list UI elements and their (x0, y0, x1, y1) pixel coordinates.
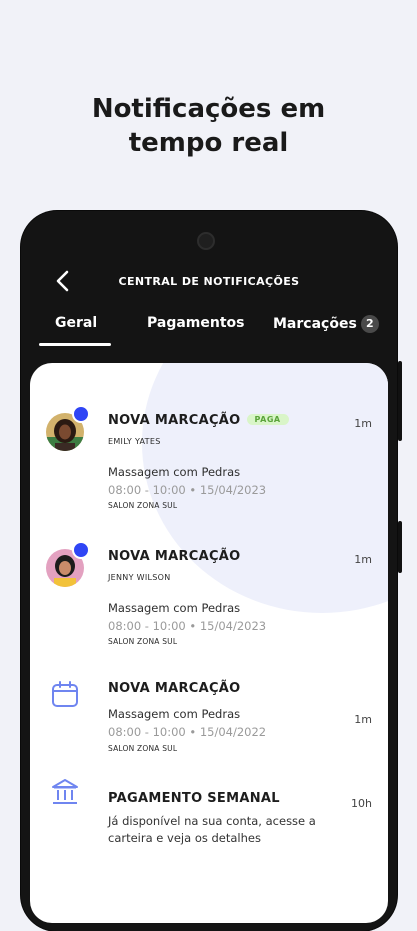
client-name: JENNY WILSON (108, 573, 171, 582)
service-name: Massagem com Pedras (108, 465, 241, 479)
unread-indicator (72, 541, 90, 559)
schedule-text: 08:00 - 10:00 • 15/04/2022 (108, 725, 267, 739)
notification-title: NOVA MARCAÇÃO (108, 681, 241, 696)
paid-status-badge: PAGA (246, 414, 289, 425)
salon-name: SALON ZONA SUL (108, 744, 178, 753)
calendar-icon (52, 681, 78, 707)
notification-time: 1m (354, 713, 372, 726)
tab-geral-label: Geral (55, 315, 98, 331)
active-tab-indicator (39, 343, 111, 346)
tab-pagamentos-label: Pagamentos (147, 315, 245, 331)
notification-title: PAGAMENTO SEMANAL (108, 791, 280, 806)
salon-name: SALON ZONA SUL (108, 637, 178, 646)
promo-headline: Notificações em tempo real (0, 92, 417, 160)
schedule-text: 08:00 - 10:00 • 15/04/2023 (108, 483, 267, 497)
service-name: Massagem com Pedras (108, 601, 241, 615)
notification-title: NOVA MARCAÇÃO (108, 549, 241, 564)
phone-side-button (398, 361, 402, 441)
bank-icon (52, 779, 78, 804)
notification-title-text: NOVA MARCAÇÃO (108, 549, 241, 564)
notification-time: 1m (354, 553, 372, 566)
phone-frame: CENTRAL DE NOTIFICAÇÕES Geral Pagamentos… (21, 211, 402, 931)
notification-title-text: NOVA MARCAÇÃO (108, 681, 241, 696)
promo-headline-line2: tempo real (128, 128, 289, 158)
notification-time: 10h (351, 797, 372, 810)
tab-marcacoes-label: Marcações (273, 316, 357, 332)
promo-headline-line1: Notificações em (91, 94, 326, 124)
notification-item[interactable]: NOVA MARCAÇÃO 1m Massagem com Pedras 08:… (30, 673, 388, 773)
notification-message: Já disponível na sua conta, acesse a car… (108, 814, 316, 845)
tab-marcacoes[interactable]: Marcações 2 (273, 315, 379, 333)
salon-name: SALON ZONA SUL (108, 501, 178, 510)
tab-marcacoes-count-badge: 2 (360, 315, 379, 333)
notification-time: 1m (354, 417, 372, 430)
unread-indicator (72, 405, 90, 423)
phone-side-button (398, 521, 402, 573)
notification-item[interactable]: PAGAMENTO SEMANAL 10h Já disponível na s… (30, 775, 388, 865)
notification-title: NOVA MARCAÇÃO PAGA (108, 413, 289, 428)
notification-title-text: NOVA MARCAÇÃO (108, 413, 241, 428)
service-name: Massagem com Pedras (108, 707, 241, 721)
tab-bar: Geral Pagamentos Marcações 2 (21, 315, 397, 351)
schedule-text: 08:00 - 10:00 • 15/04/2023 (108, 619, 267, 633)
app-header: CENTRAL DE NOTIFICAÇÕES (21, 263, 397, 303)
notification-title-text: PAGAMENTO SEMANAL (108, 791, 280, 806)
client-name: EMILY YATES (108, 437, 161, 446)
notifications-panel: NOVA MARCAÇÃO PAGA 1m EMILY YATES Massage… (30, 363, 388, 923)
notification-item[interactable]: NOVA MARCAÇÃO PAGA 1m EMILY YATES Massage… (30, 403, 388, 523)
notification-item[interactable]: NOVA MARCAÇÃO 1m JENNY WILSON Massagem c… (30, 539, 388, 659)
tab-geral[interactable]: Geral (55, 315, 97, 331)
front-camera (197, 232, 215, 250)
page-title: CENTRAL DE NOTIFICAÇÕES (118, 275, 300, 288)
tab-pagamentos[interactable]: Pagamentos (147, 315, 245, 331)
